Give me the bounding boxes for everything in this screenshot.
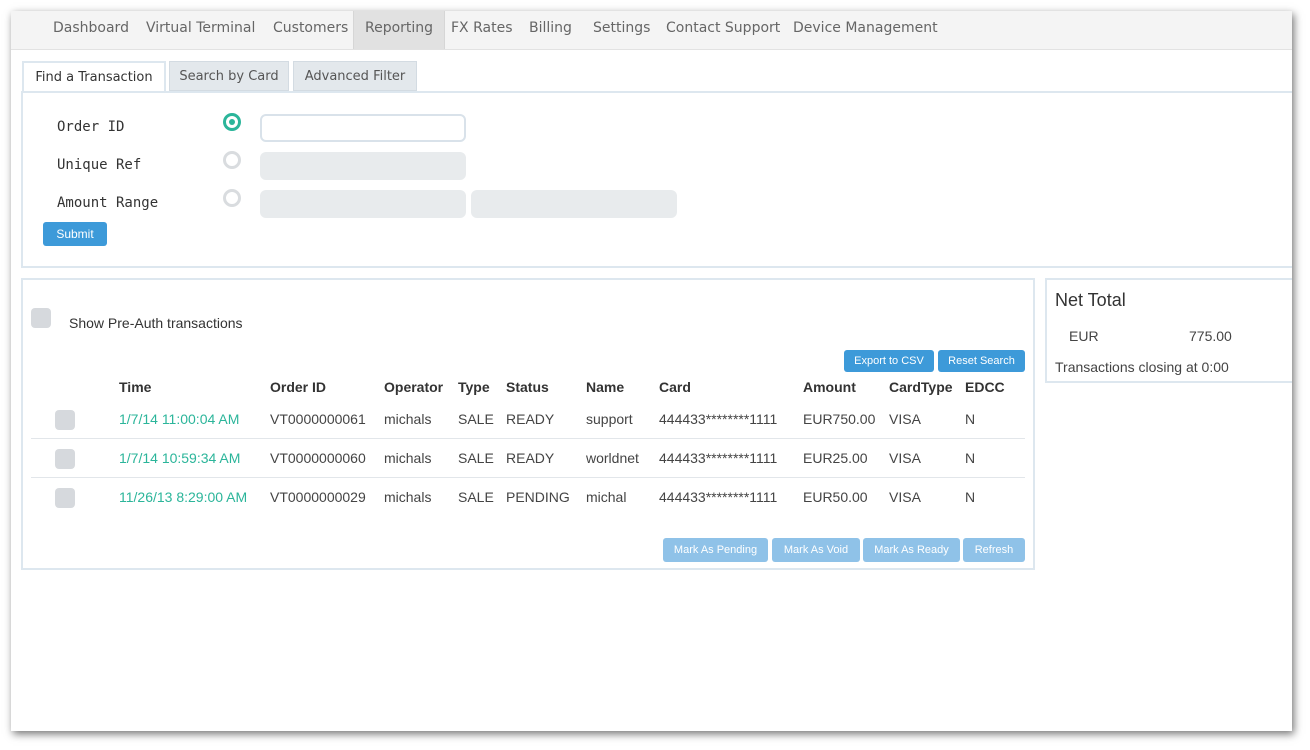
row-checkbox[interactable] [55, 449, 75, 469]
order-id-label: Order ID [57, 119, 125, 135]
tab-find-transaction[interactable]: Find a Transaction [22, 61, 166, 93]
row-status: PENDING [506, 489, 570, 505]
col-amount[interactable]: Amount [803, 379, 856, 395]
row-time[interactable]: 1/7/14 10:59:34 AM [119, 450, 240, 466]
mark-void-button[interactable]: Mark As Void [772, 538, 860, 562]
tab-advanced-filter[interactable]: Advanced Filter [293, 61, 417, 91]
row-type: SALE [458, 450, 494, 466]
amount-range-label: Amount Range [57, 195, 159, 211]
col-status[interactable]: Status [506, 379, 549, 395]
row-order-id: VT0000000061 [270, 411, 366, 427]
refresh-button[interactable]: Refresh [963, 538, 1025, 562]
row-card: 444433********1111 [659, 450, 778, 466]
net-total-amount: 775.00 [1189, 328, 1232, 344]
nav-dashboard[interactable]: Dashboard [53, 11, 129, 49]
row-amount: EUR25.00 [803, 450, 868, 466]
row-edcc: N [965, 450, 976, 466]
row-amount: EUR750.00 [803, 411, 876, 427]
row-checkbox[interactable] [55, 410, 75, 430]
row-checkbox[interactable] [55, 488, 75, 508]
col-type[interactable]: Type [458, 379, 490, 395]
row-divider [31, 438, 1025, 439]
unique-ref-input[interactable] [260, 152, 466, 180]
col-cardtype[interactable]: CardType [889, 379, 953, 395]
row-name: worldnet [586, 450, 639, 466]
nav-customers[interactable]: Customers [273, 11, 348, 49]
row-operator: michals [384, 411, 432, 427]
nav-fx-rates[interactable]: FX Rates [451, 11, 513, 49]
col-operator[interactable]: Operator [384, 379, 443, 395]
unique-ref-label: Unique Ref [57, 157, 142, 173]
row-time[interactable]: 11/26/13 8:29:00 AM [119, 489, 247, 505]
submit-button[interactable]: Submit [43, 222, 107, 246]
row-cardtype: VISA [889, 489, 921, 505]
col-card[interactable]: Card [659, 379, 691, 395]
row-type: SALE [458, 489, 494, 505]
row-order-id: VT0000000060 [270, 450, 366, 466]
row-time[interactable]: 1/7/14 11:00:04 AM [119, 411, 239, 427]
app-window: Dashboard Virtual Terminal Customers Rep… [11, 11, 1292, 731]
row-edcc: N [965, 411, 976, 427]
mark-ready-button[interactable]: Mark As Ready [863, 538, 960, 562]
top-nav: Dashboard Virtual Terminal Customers Rep… [11, 11, 1292, 50]
nav-reporting[interactable]: Reporting [353, 11, 446, 49]
row-cardtype: VISA [889, 411, 921, 427]
row-operator: michals [384, 450, 432, 466]
amount-min-input[interactable] [260, 190, 466, 218]
show-preauth-checkbox[interactable] [31, 308, 51, 328]
amount-max-input[interactable] [471, 190, 677, 218]
net-total-currency: EUR [1069, 328, 1099, 344]
reset-search-button[interactable]: Reset Search [938, 350, 1025, 372]
col-order-id[interactable]: Order ID [270, 379, 326, 395]
row-operator: michals [384, 489, 432, 505]
unique-ref-radio[interactable] [223, 151, 241, 169]
row-order-id: VT0000000029 [270, 489, 366, 505]
nav-virtual-terminal[interactable]: Virtual Terminal [146, 11, 255, 49]
order-id-radio[interactable] [223, 113, 241, 131]
nav-device-management[interactable]: Device Management [793, 11, 938, 49]
mark-pending-button[interactable]: Mark As Pending [663, 538, 768, 562]
row-card: 444433********1111 [659, 489, 778, 505]
row-amount: EUR50.00 [803, 489, 868, 505]
show-preauth-label: Show Pre-Auth transactions [69, 315, 243, 331]
col-name[interactable]: Name [586, 379, 624, 395]
col-edcc[interactable]: EDCC [965, 379, 1005, 395]
order-id-input[interactable] [260, 114, 466, 142]
row-name: support [586, 411, 633, 427]
nav-billing[interactable]: Billing [529, 11, 572, 49]
row-status: READY [506, 450, 555, 466]
row-status: READY [506, 411, 555, 427]
nav-settings[interactable]: Settings [593, 11, 650, 49]
search-panel: Order ID Unique Ref Amount Range Submit [21, 91, 1292, 268]
col-time[interactable]: Time [119, 379, 151, 395]
nav-contact-support[interactable]: Contact Support [666, 11, 780, 49]
row-card: 444433********1111 [659, 411, 778, 427]
net-total-title: Net Total [1055, 290, 1126, 310]
amount-range-radio[interactable] [223, 189, 241, 207]
row-divider [31, 477, 1025, 478]
closing-time-text: Transactions closing at 0:00 [1055, 359, 1229, 375]
export-csv-button[interactable]: Export to CSV [844, 350, 934, 372]
net-total-panel: Net Total EUR 775.00 Transactions closin… [1045, 278, 1292, 383]
row-cardtype: VISA [889, 450, 921, 466]
row-edcc: N [965, 489, 976, 505]
tab-search-by-card[interactable]: Search by Card [169, 61, 289, 91]
row-type: SALE [458, 411, 494, 427]
row-name: michal [586, 489, 627, 505]
